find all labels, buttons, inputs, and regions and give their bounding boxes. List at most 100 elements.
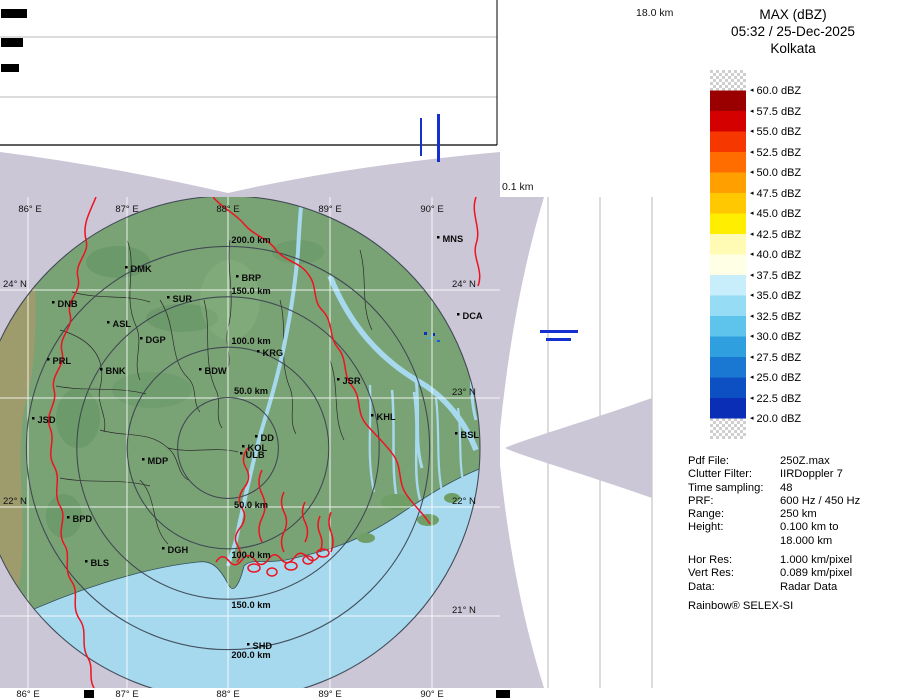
meta-value: 0.089 km/pixel [780,567,902,580]
meta-value: 1.000 km/pixel [780,554,902,567]
city-dot [199,368,202,371]
terrain-patch [56,388,100,448]
scale-label-row: ◂45.0 dBZ [750,207,801,220]
height-axis-min-label: 0.1 km [502,181,534,193]
colorbar-segment [710,193,746,214]
city-dot [242,445,245,448]
city-dot [67,516,70,519]
radar-map: MNS DMK BRP SUR DNB ASL DGP KRG PRL BNK … [0,196,510,700]
colorbar-segment [710,173,746,194]
city-label: MDP [148,456,169,466]
meta-label: Data: [688,581,780,594]
colorbar-segment-transparent [710,70,746,91]
station-name: Kolkata [680,40,906,57]
axis-label-artifact [1,64,19,72]
lon-label: 89° E [318,204,341,215]
scale-label-row: ◂22.5 dBZ [750,392,801,405]
threshold-arrow-icon: ◂ [750,190,754,197]
city-label: DD [261,433,275,443]
meta-label: Hor Res: [688,554,780,567]
scale-label-row: ◂25.0 dBZ [750,371,801,384]
threshold-arrow-icon: ◂ [750,149,754,156]
city-label: ASL [113,319,132,329]
scale-label-row: ◂57.5 dBZ [750,105,801,118]
threshold-arrow-icon: ◂ [750,210,754,217]
threshold-arrow-icon: ◂ [750,272,754,279]
threshold-arrow-icon: ◂ [750,169,754,176]
axis-label-artifact [84,690,94,698]
colorbar-segment [710,214,746,235]
city-label: BRP [242,273,262,283]
city-label: MNS [443,234,464,244]
lat-label: 21° N [452,605,476,616]
meta-value: 48 [780,482,902,495]
scale-label: 20.0 dBZ [757,413,802,425]
scale-label: 57.5 dBZ [757,106,802,118]
city-label: BDW [205,366,227,376]
colorbar-segment [710,234,746,255]
scale-label: 32.5 dBZ [757,311,802,323]
radar-map-and-projections: 0.1 km 18.0 km [0,0,680,700]
top-projection-panel [0,0,500,197]
software-brand: Rainbow® SELEX-SI [688,600,793,612]
city-label: BNK [106,366,126,376]
city-label: BPD [73,514,93,524]
scale-label: 37.5 dBZ [757,270,802,282]
product-metadata: Pdf File:250Z.max Clutter Filter:IIRDopp… [688,455,902,594]
lat-label: 22° N [3,496,27,507]
axis-label-artifact [1,38,23,47]
colorbar-segment-transparent [710,419,746,440]
scale-label: 52.5 dBZ [757,147,802,159]
lat-label: 24° N [3,279,27,290]
scale-label: 47.5 dBZ [757,188,802,200]
threshold-arrow-icon: ◂ [750,128,754,135]
scale-label-row: ◂50.0 dBZ [750,166,801,179]
scale-label-row: ◂60.0 dBZ [750,84,801,97]
lon-label: 88° E [216,204,239,215]
scale-label: 50.0 dBZ [757,167,802,179]
meta-value: 18.000 km [780,535,902,548]
scale-label-row: ◂40.0 dBZ [750,248,801,261]
lon-label: 87° E [115,204,138,215]
city-dot [47,358,50,361]
city-label: PRL [53,356,72,366]
colorbar-segment [710,152,746,173]
meta-row: Pdf File:250Z.max [688,455,902,468]
lon-label: 88° E [216,689,239,700]
scale-label: 22.5 dBZ [757,393,802,405]
city-dot [107,321,110,324]
right-projection-panel [496,197,680,698]
product-datetime: 05:32 / 25-Dec-2025 [680,23,906,40]
city-dot [125,266,128,269]
city-label: DMK [131,264,152,274]
meta-value: 250Z.max [780,455,902,468]
scale-label-row: ◂20.0 dBZ [750,412,801,425]
city-dot [140,337,143,340]
city-dot [240,452,243,455]
city-dot [167,296,170,299]
meta-row: 18.000 km [688,535,902,548]
ring-label: 50.0 km [234,386,268,396]
city-dot [437,236,440,239]
legend-panel: MAX (dBZ) 05:32 / 25-Dec-2025 Kolkata [680,0,906,700]
meta-label: Vert Res: [688,567,780,580]
meta-row: Time sampling:48 [688,482,902,495]
city-dot [32,417,35,420]
axis-label-artifact [496,690,510,698]
scale-label: 35.0 dBZ [757,290,802,302]
meta-label: Clutter Filter: [688,468,780,481]
city-dot [52,301,55,304]
threshold-arrow-icon: ◂ [750,395,754,402]
product-name: MAX (dBZ) [680,6,906,23]
longitude-labels-bottom: 86° E 87° E 88° E 89° E 90° E [16,689,443,700]
ring-label: 50.0 km [234,500,268,510]
city-dot [162,547,165,550]
colorbar-segment [710,316,746,337]
city-dot [100,368,103,371]
scale-label-row: ◂35.0 dBZ [750,289,801,302]
city-label: BSL [461,430,480,440]
ring-label: 100.0 km [231,550,270,560]
city-label: KRG [263,348,284,358]
city-label: BLS [91,558,110,568]
scale-label-row: ◂27.5 dBZ [750,351,801,364]
